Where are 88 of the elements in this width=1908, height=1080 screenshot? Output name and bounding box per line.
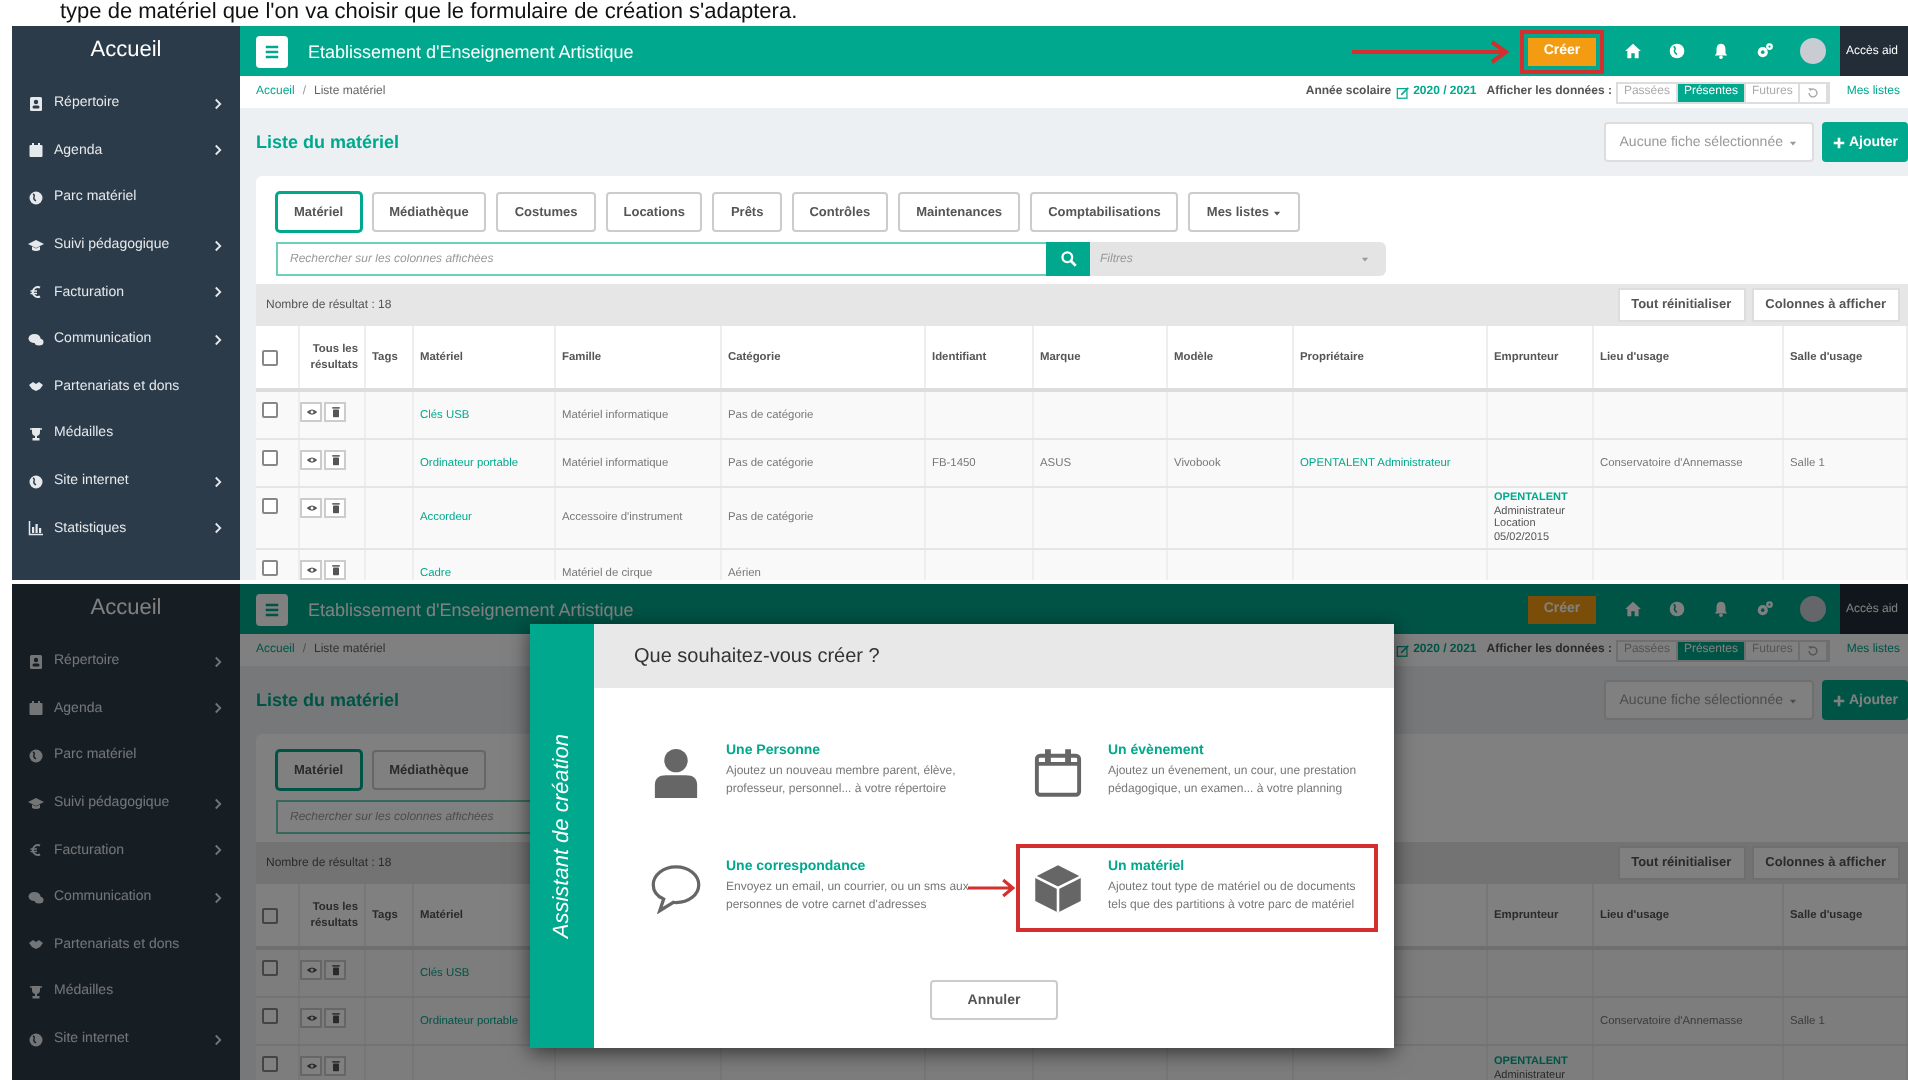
circular-arrow-icon (1806, 85, 1821, 99)
delete-button[interactable] (324, 450, 346, 470)
view-button[interactable] (300, 498, 322, 518)
delete-button[interactable] (324, 1056, 346, 1076)
circular-arrow-icon (1806, 643, 1821, 657)
caption-text: type de matériel que l'on va choisir que le formulaire de création s'adaptera. (58, 0, 800, 26)
trash-icon (329, 406, 341, 418)
cube-icon (1032, 862, 1084, 914)
eye-icon (305, 502, 317, 514)
annotation-arrow (968, 876, 1016, 900)
sidebar-title[interactable]: Accueil (12, 584, 240, 634)
person-icon (650, 746, 702, 798)
checkbox[interactable] (262, 1056, 278, 1072)
trophy-icon (28, 983, 44, 1000)
page-title: Liste du matériel (256, 132, 402, 152)
eye-icon (305, 1060, 317, 1072)
contact-card-icon (28, 653, 44, 670)
dialog-title: Que souhaitez-vous créer ? (634, 645, 880, 667)
checkbox[interactable] (262, 960, 278, 976)
eye-icon (305, 454, 317, 466)
caret-down-icon (1787, 695, 1797, 705)
bell-icon[interactable] (1712, 42, 1730, 60)
menu-icon (262, 41, 282, 61)
view-button[interactable] (300, 560, 322, 580)
view-button[interactable] (300, 402, 322, 422)
trash-icon (329, 564, 341, 576)
calendar-outline-icon (1032, 746, 1084, 798)
pencil-square-icon[interactable] (1395, 643, 1410, 657)
calendar-icon (28, 142, 44, 159)
trash-icon (329, 1060, 341, 1072)
user-avatar[interactable] (1800, 38, 1826, 64)
graduation-cap-icon (28, 795, 44, 812)
menu-button[interactable] (256, 35, 288, 67)
delete-button[interactable] (324, 560, 346, 580)
app-title: Etablissement d'Enseignement Artistique (308, 599, 636, 619)
user-avatar[interactable] (1800, 596, 1826, 622)
view-button[interactable] (300, 450, 322, 470)
checkbox[interactable] (262, 560, 278, 576)
cogs-icon[interactable] (1756, 42, 1774, 60)
sidebar-title[interactable]: Accueil (12, 26, 240, 76)
delete-button[interactable] (324, 498, 346, 518)
caret-down-icon (1787, 137, 1797, 147)
contact-card-icon (28, 95, 44, 112)
caret-down-icon (1272, 207, 1283, 217)
delete-button[interactable] (324, 402, 346, 422)
plus-icon (1831, 693, 1845, 707)
bell-icon[interactable] (1712, 600, 1730, 618)
view-button[interactable] (300, 960, 322, 980)
cogs-icon[interactable] (1756, 600, 1774, 618)
speech-bubble-icon (650, 862, 702, 914)
eye-icon (305, 1012, 317, 1024)
app-title: Etablissement d'Enseignement Artistique (308, 41, 636, 61)
view-button[interactable] (300, 1008, 322, 1028)
euro-icon (28, 842, 44, 859)
checkbox[interactable] (262, 450, 278, 466)
checkbox[interactable] (262, 349, 278, 365)
plus-icon (1831, 135, 1845, 149)
eye-icon (305, 564, 317, 576)
delete-button[interactable] (324, 960, 346, 980)
chat-icon (28, 889, 44, 906)
home-icon[interactable] (1624, 42, 1642, 60)
view-button[interactable] (300, 1056, 322, 1076)
trash-icon (329, 454, 341, 466)
euro-icon (28, 284, 44, 301)
chat-icon (28, 331, 44, 348)
home-icon[interactable] (1624, 600, 1642, 618)
dialog-side-title: Assistant de création (550, 733, 574, 939)
search-icon (1059, 250, 1077, 268)
caret-down-icon (1360, 254, 1370, 264)
delete-button[interactable] (324, 1008, 346, 1028)
menu-button[interactable] (256, 593, 288, 625)
checkbox[interactable] (262, 1008, 278, 1024)
menu-icon (262, 599, 282, 619)
eye-icon (305, 964, 317, 976)
trash-icon (329, 1012, 341, 1024)
graduation-cap-icon (28, 237, 44, 254)
trash-icon (329, 502, 341, 514)
pencil-square-icon[interactable] (1395, 85, 1410, 99)
page-title: Liste du matériel (256, 690, 402, 710)
bar-chart-icon (28, 520, 44, 537)
checkbox[interactable] (262, 907, 278, 923)
search-button[interactable] (1046, 242, 1090, 276)
trash-icon (329, 964, 341, 976)
checkbox[interactable] (262, 402, 278, 418)
checkbox[interactable] (262, 498, 278, 514)
eye-icon (305, 406, 317, 418)
calendar-icon (28, 700, 44, 717)
trophy-icon (28, 425, 44, 442)
